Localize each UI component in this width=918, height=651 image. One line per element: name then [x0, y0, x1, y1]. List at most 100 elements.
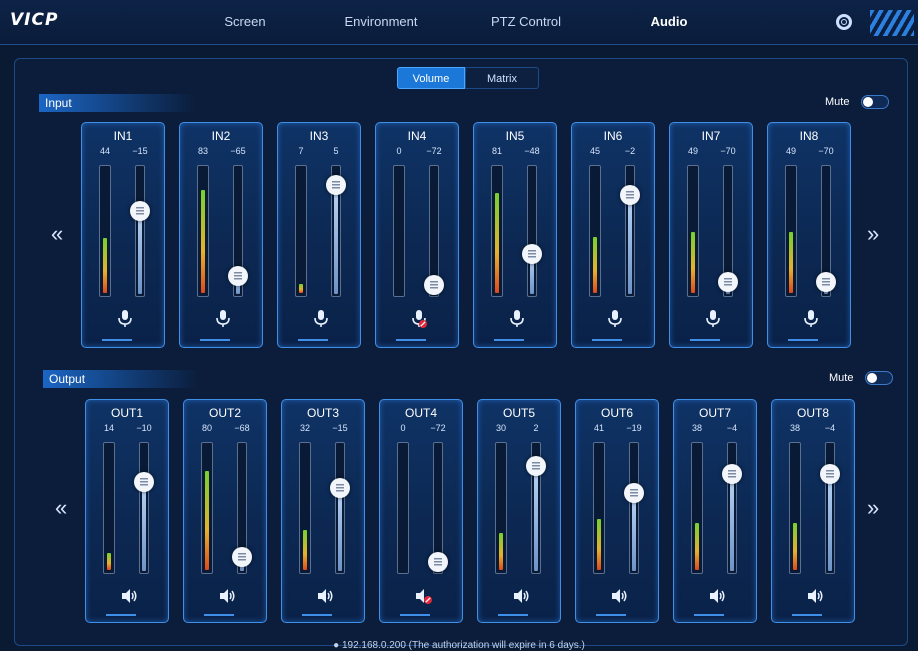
- in3-level-meter: [295, 165, 307, 297]
- in4-gain-value: −72: [426, 146, 442, 156]
- speaker-icon[interactable]: [218, 586, 236, 606]
- output-mute-toggle[interactable]: [865, 371, 893, 385]
- out8-level-bar: [793, 523, 797, 570]
- out6-level-meter: [593, 442, 605, 574]
- speaker-icon[interactable]: [316, 586, 334, 606]
- microphone-icon[interactable]: [312, 309, 330, 329]
- in3-fader-knob[interactable]: [326, 175, 346, 196]
- in7-fader-knob[interactable]: [718, 272, 738, 293]
- in1-fader-knob[interactable]: [130, 201, 150, 222]
- speaker-icon[interactable]: [610, 586, 628, 606]
- out8-level-value: 38: [789, 423, 800, 433]
- out7-level-meter: [691, 442, 703, 574]
- out1-level-meter: [103, 442, 115, 574]
- card-footer-line: [302, 614, 332, 616]
- in8-fader-knob[interactable]: [816, 272, 836, 293]
- input-section-title: Input: [39, 94, 195, 112]
- out5-level-meter: [495, 442, 507, 574]
- microphone-icon[interactable]: [802, 309, 820, 329]
- card-footer-line: [690, 339, 720, 341]
- output-next-page-icon[interactable]: »: [867, 495, 879, 521]
- input-next-page-icon[interactable]: »: [867, 221, 879, 247]
- tab-environment[interactable]: Environment: [316, 0, 446, 44]
- in2-fader-knob[interactable]: [228, 265, 248, 286]
- in4-fader-knob[interactable]: [424, 275, 444, 295]
- in1-gain-fader[interactable]: [135, 165, 145, 297]
- in6-gain-value: −2: [624, 146, 636, 156]
- in3-gain-value: 5: [333, 146, 339, 156]
- in6-level-value: 45: [589, 146, 600, 156]
- out8-gain-fader[interactable]: [825, 442, 835, 574]
- input-mute-label: Mute: [825, 96, 850, 108]
- out6-level-value: 41: [593, 423, 604, 433]
- out4-level-meter: [397, 442, 409, 574]
- tab-ptz-control[interactable]: PTZ Control: [461, 0, 591, 44]
- out3-fader-knob[interactable]: [330, 478, 350, 499]
- in6-fader-knob[interactable]: [620, 184, 640, 205]
- in8-label: IN8: [799, 129, 819, 143]
- in5-fader-knob[interactable]: [522, 243, 542, 264]
- out8-fader-knob[interactable]: [820, 464, 840, 485]
- microphone-icon[interactable]: [704, 309, 722, 329]
- volume-tab-button[interactable]: Volume: [397, 67, 465, 89]
- out5-gain-value: 2: [533, 423, 539, 433]
- in2-level-meter: [197, 165, 209, 297]
- in7-gain-value: −70: [720, 146, 736, 156]
- output-prev-page-icon[interactable]: «: [55, 495, 67, 521]
- speaker-icon[interactable]: [414, 586, 432, 606]
- microphone-icon[interactable]: [214, 309, 232, 329]
- out2-gain-value: −68: [234, 423, 250, 433]
- speaker-icon[interactable]: [120, 586, 138, 606]
- out2-label: OUT2: [208, 406, 241, 420]
- gear-icon[interactable]: [836, 14, 852, 30]
- out7-fader-knob[interactable]: [722, 464, 742, 485]
- out4-fader-knob[interactable]: [428, 552, 448, 572]
- microphone-icon[interactable]: [410, 309, 428, 329]
- speaker-icon[interactable]: [806, 586, 824, 606]
- in7-label: IN7: [701, 129, 721, 143]
- input-prev-page-icon[interactable]: «: [51, 221, 63, 247]
- out8-label: OUT8: [796, 406, 829, 420]
- out6-label: OUT6: [600, 406, 633, 420]
- out5-fader-knob[interactable]: [526, 456, 546, 477]
- out3-gain-fader[interactable]: [335, 442, 345, 574]
- in5-level-value: 81: [491, 146, 502, 156]
- in8-level-bar: [789, 232, 793, 293]
- microphone-icon[interactable]: [116, 309, 134, 329]
- speaker-icon[interactable]: [708, 586, 726, 606]
- out5-label: OUT5: [502, 406, 535, 420]
- tab-audio[interactable]: Audio: [604, 0, 734, 44]
- out2-fader-knob[interactable]: [232, 546, 252, 567]
- speaker-icon[interactable]: [512, 586, 530, 606]
- in5-gain-fader[interactable]: [527, 165, 537, 297]
- out2-channel-card: OUT2 80 −68: [183, 399, 267, 623]
- in3-fader-fill: [334, 186, 338, 294]
- in8-level-meter: [785, 165, 797, 297]
- out6-channel-card: OUT6 41 −19: [575, 399, 659, 623]
- in1-label: IN1: [113, 129, 133, 143]
- out1-gain-fader[interactable]: [139, 442, 149, 574]
- tab-screen[interactable]: Screen: [180, 0, 310, 44]
- out1-gain-value: −10: [136, 423, 152, 433]
- in4-level-meter: [393, 165, 405, 297]
- in6-channel-card: IN6 45 −2: [571, 122, 655, 348]
- out6-fader-knob[interactable]: [624, 483, 644, 504]
- out7-gain-fader[interactable]: [727, 442, 737, 574]
- out6-gain-fader[interactable]: [629, 442, 639, 574]
- in6-level-meter: [589, 165, 601, 297]
- card-footer-line: [788, 339, 818, 341]
- in7-level-meter: [687, 165, 699, 297]
- card-footer-line: [204, 614, 234, 616]
- out7-fader-fill: [730, 475, 734, 571]
- microphone-icon[interactable]: [508, 309, 526, 329]
- matrix-tab-button[interactable]: Matrix: [465, 67, 539, 89]
- in4-channel-card: IN4 0 −72: [375, 122, 459, 348]
- decorative-stripes: [870, 10, 914, 36]
- out1-fader-knob[interactable]: [134, 471, 154, 492]
- in6-level-bar: [593, 237, 597, 293]
- input-mute-toggle[interactable]: [861, 95, 889, 109]
- microphone-icon[interactable]: [606, 309, 624, 329]
- card-footer-line: [102, 339, 132, 341]
- out8-gain-value: −4: [824, 423, 836, 433]
- out3-level-value: 32: [299, 423, 310, 433]
